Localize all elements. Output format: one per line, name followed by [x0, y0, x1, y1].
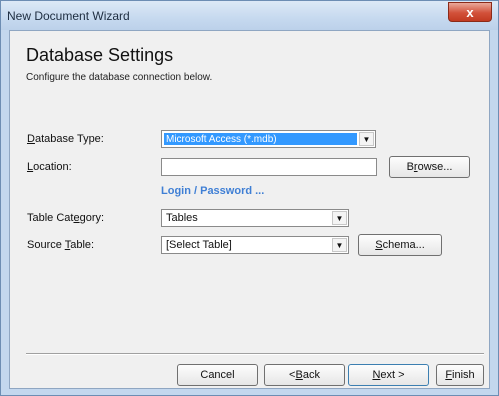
chevron-down-icon[interactable]: ▼ — [359, 132, 374, 146]
finish-button[interactable]: Finish — [436, 364, 484, 386]
login-password-link[interactable]: Login / Password ... — [161, 185, 264, 197]
source-table-value: [Select Table] — [166, 239, 232, 251]
footer-separator — [26, 353, 484, 355]
database-type-select[interactable]: Microsoft Access (*.mdb) ▼ — [161, 130, 376, 148]
browse-button[interactable]: Br owse... — [389, 156, 470, 178]
next-button[interactable]: Next > — [348, 364, 429, 386]
location-label: Location: — [27, 161, 72, 173]
table-category-select[interactable]: Tables ▼ — [161, 209, 349, 227]
back-button[interactable]: < Back — [264, 364, 345, 386]
wizard-client-area: Database Settings Configure the database… — [9, 30, 490, 389]
close-icon: x — [466, 4, 474, 20]
location-input[interactable] — [161, 158, 377, 176]
table-category-value: Tables — [166, 212, 198, 224]
title-bar: New Document Wizard x — [1, 1, 498, 30]
wizard-header: Database Settings Configure the database… — [10, 31, 489, 115]
schema-button[interactable]: Schema... — [358, 234, 442, 256]
window-title: New Document Wizard — [7, 9, 130, 23]
source-table-label: Source Table: — [27, 239, 95, 251]
database-type-value: Microsoft Access (*.mdb) — [164, 133, 357, 145]
page-title: Database Settings — [26, 45, 174, 65]
cancel-button[interactable]: Cancel — [177, 364, 258, 386]
close-button[interactable]: x — [448, 2, 492, 22]
chevron-down-icon[interactable]: ▼ — [332, 211, 347, 225]
page-subtitle: Configure the database connection below. — [26, 72, 213, 83]
table-category-label: Table Category: — [27, 212, 105, 224]
wizard-window: New Document Wizard x Database Settings … — [0, 0, 499, 396]
source-table-select[interactable]: [Select Table] ▼ — [161, 236, 349, 254]
chevron-down-icon[interactable]: ▼ — [332, 238, 347, 252]
database-type-label: Database Type: — [27, 133, 104, 145]
